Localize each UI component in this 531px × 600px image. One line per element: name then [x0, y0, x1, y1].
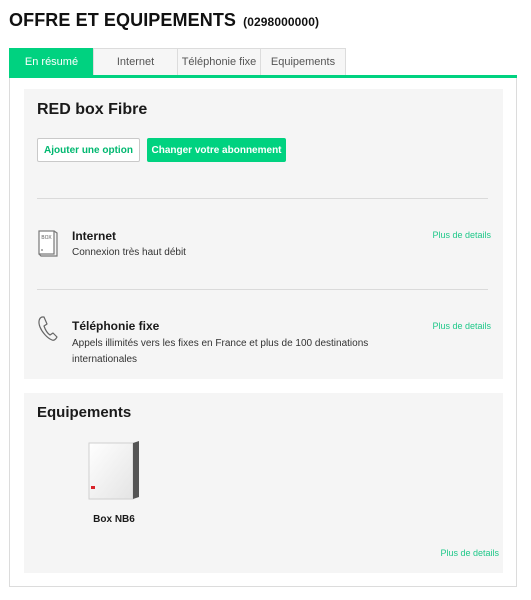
phone-handset-icon — [38, 316, 58, 341]
tab-summary[interactable]: En résumé — [9, 48, 94, 75]
equipment-card: Equipements Box NB6 Plus de details — [24, 393, 503, 573]
service-desc-telephony: Appels illimités vers les fixes en Franc… — [72, 338, 369, 365]
offer-title: RED box Fibre — [37, 101, 148, 118]
details-link-internet[interactable]: Plus de details — [432, 230, 491, 240]
equipment-title: Equipements — [37, 404, 132, 421]
phone-number: (0298000000) — [243, 15, 320, 29]
offer-card: RED box Fibre Ajouter une option Changer… — [24, 89, 503, 379]
equipment-details-link[interactable]: Plus de details — [440, 548, 499, 558]
box-router-icon: BOX — [38, 230, 58, 257]
service-desc-internet: Connexion très haut débit — [72, 247, 186, 258]
service-name-telephony: Téléphonie fixe — [72, 319, 160, 333]
tab-panel: RED box Fibre Ajouter une option Changer… — [9, 78, 517, 587]
tab-equipment[interactable]: Equipements — [260, 48, 346, 75]
add-option-button[interactable]: Ajouter une option — [37, 138, 140, 162]
service-name-internet: Internet — [72, 229, 117, 243]
svg-text:BOX: BOX — [41, 235, 52, 241]
tab-bar: En résumé Internet Téléphonie fixe Equip… — [9, 48, 346, 76]
divider — [37, 198, 488, 199]
details-link-telephony[interactable]: Plus de details — [432, 321, 491, 331]
tab-telephony[interactable]: Téléphonie fixe — [177, 48, 261, 75]
box-nb6-image — [88, 441, 139, 500]
divider — [37, 289, 488, 290]
tab-internet[interactable]: Internet — [93, 48, 178, 75]
equipment-name: Box NB6 — [93, 514, 135, 525]
page-title-text: OFFRE ET EQUIPEMENTS — [9, 10, 237, 30]
page-title: OFFRE ET EQUIPEMENTS (0298000000) — [9, 10, 319, 31]
change-subscription-button[interactable]: Changer votre abonnement — [147, 138, 286, 162]
